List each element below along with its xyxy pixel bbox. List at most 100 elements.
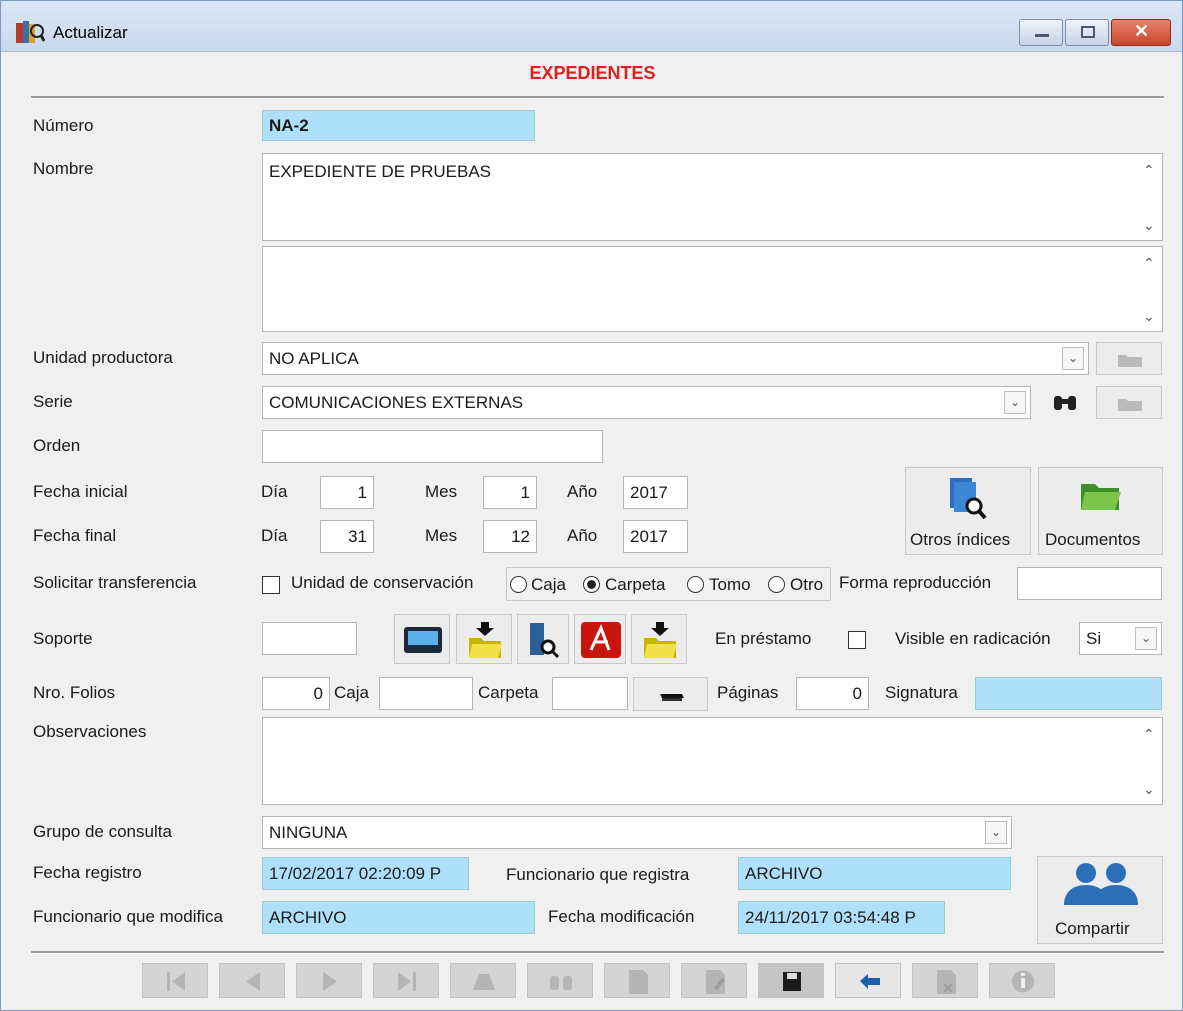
maximize-button[interactable] — [1065, 19, 1109, 46]
pdf-button[interactable] — [574, 614, 626, 664]
new-record-button[interactable] — [604, 963, 670, 998]
radio-otro[interactable] — [768, 576, 785, 593]
scrollbar[interactable]: ⌃ ⌄ — [1140, 251, 1158, 327]
fecha-inicial-anio-field[interactable]: 2017 — [623, 476, 688, 509]
compartir-button[interactable]: Compartir — [1037, 856, 1163, 944]
func-registra-label: Funcionario que registra — [506, 865, 690, 884]
observaciones-textarea[interactable]: ⌃ ⌄ — [262, 717, 1163, 805]
folios-label: Nro. Folios — [33, 683, 116, 702]
caja-field[interactable] — [379, 677, 473, 710]
unidad-conservacion-group: Caja Carpeta Tomo Otro — [506, 567, 831, 601]
nombre-textarea[interactable]: EXPEDIENTE DE PRUEBAS ⌃ ⌄ — [262, 153, 1163, 241]
title-bar: Actualizar ✕ — [1, 1, 1182, 52]
undo-icon — [860, 974, 880, 989]
unidad-value: NO APLICA — [269, 349, 359, 368]
documentos-button[interactable]: Documentos — [1038, 467, 1163, 555]
forma-label: Forma reproducción — [839, 573, 992, 592]
next-record-button[interactable] — [296, 963, 362, 998]
grupo-select[interactable]: NINGUNA ⌄ — [262, 816, 1012, 849]
chevron-down-icon[interactable]: ⌄ — [1004, 391, 1026, 414]
serie-search-button[interactable] — [1037, 386, 1091, 419]
radio-tomo[interactable] — [687, 576, 704, 593]
scan-button[interactable] — [394, 614, 450, 664]
save-button[interactable] — [758, 963, 824, 998]
first-icon — [167, 972, 185, 991]
binoculars-icon — [1054, 396, 1076, 410]
prestamo-label: En préstamo — [715, 629, 812, 648]
last-icon — [398, 972, 416, 991]
signatura-field[interactable] — [975, 677, 1162, 710]
unidad-folder-button[interactable] — [1096, 342, 1162, 375]
fecha-final-anio-field[interactable]: 2017 — [623, 520, 688, 553]
fecha-inicial-mes-field[interactable]: 1 — [483, 476, 537, 509]
undo-button[interactable] — [835, 963, 901, 998]
scanner-icon — [404, 627, 442, 653]
preview-button[interactable] — [517, 614, 569, 664]
grupo-value: NINGUNA — [269, 823, 348, 842]
documentos-label: Documentos — [1045, 530, 1141, 549]
otros-indices-button[interactable]: Otros índices — [905, 467, 1031, 555]
delete-document-icon — [937, 970, 956, 994]
folder-upload-icon — [644, 622, 677, 658]
signatura-label: Signatura — [885, 683, 958, 702]
grupo-label: Grupo de consulta — [33, 822, 172, 841]
fecha-final-mes-field[interactable]: 12 — [483, 520, 537, 553]
func-modifica-label: Funcionario que modifica — [33, 907, 223, 926]
unidad-select[interactable]: NO APLICA ⌄ — [262, 342, 1089, 375]
upload-button-2[interactable] — [631, 614, 687, 664]
fecha-inicial-dia-field[interactable]: 1 — [320, 476, 374, 509]
numero-field[interactable]: NA-2 — [262, 110, 535, 141]
fecha-inicial-label: Fecha inicial — [33, 482, 128, 501]
solicitar-checkbox[interactable] — [262, 576, 280, 594]
previous-icon — [246, 972, 260, 991]
chevron-down-icon[interactable]: ⌄ — [1062, 347, 1084, 370]
eject-button[interactable] — [450, 963, 516, 998]
serie-label: Serie — [33, 392, 73, 411]
serie-folder-button[interactable] — [1096, 386, 1162, 419]
delete-record-button[interactable] — [912, 963, 978, 998]
chevron-down-icon[interactable]: ⌄ — [1135, 627, 1157, 650]
paginas-label: Páginas — [717, 683, 779, 702]
nombre-secondary-textarea[interactable]: ⌃ ⌄ — [262, 246, 1163, 332]
stapler-button[interactable] — [633, 677, 708, 711]
edit-document-icon — [706, 970, 725, 994]
info-icon — [1012, 970, 1034, 993]
minimize-button[interactable] — [1019, 19, 1063, 46]
anio-label: Año — [567, 482, 598, 501]
radio-caja[interactable] — [510, 576, 527, 593]
visible-select[interactable]: Si ⌄ — [1079, 622, 1162, 655]
close-button[interactable]: ✕ — [1111, 19, 1171, 46]
folios-field[interactable]: 0 — [262, 677, 330, 710]
scrollbar[interactable]: ⌃ ⌄ — [1140, 158, 1158, 236]
edit-record-button[interactable] — [681, 963, 747, 998]
upload-button[interactable] — [456, 614, 512, 664]
fecha-mod-field: 24/11/2017 03:54:48 P — [738, 901, 945, 934]
users-icon — [1064, 863, 1138, 905]
paginas-field[interactable]: 0 — [796, 677, 869, 710]
orden-field[interactable] — [262, 430, 603, 463]
dia-label: Día — [261, 482, 288, 501]
prestamo-checkbox[interactable] — [848, 631, 866, 649]
radio-carpeta[interactable] — [583, 576, 600, 593]
soporte-field[interactable] — [262, 622, 357, 655]
carpeta-field[interactable] — [552, 677, 628, 710]
folder-icon — [1118, 399, 1142, 411]
info-button[interactable] — [989, 963, 1055, 998]
first-record-button[interactable] — [142, 963, 208, 998]
document-search-icon — [530, 623, 560, 659]
last-record-button[interactable] — [373, 963, 439, 998]
caja-label: Caja — [334, 683, 369, 702]
solicitar-label: Solicitar transferencia — [33, 573, 197, 592]
chevron-down-icon[interactable]: ⌄ — [985, 821, 1007, 844]
scrollbar[interactable]: ⌃ ⌄ — [1140, 722, 1158, 800]
radio-otro-label: Otro — [790, 575, 824, 594]
forma-field[interactable] — [1017, 567, 1162, 600]
folder-open-icon — [1081, 484, 1121, 510]
fecha-final-dia-field[interactable]: 31 — [320, 520, 374, 553]
observaciones-label: Observaciones — [33, 722, 147, 741]
binoculars-button[interactable] — [527, 963, 593, 998]
serie-select[interactable]: COMUNICACIONES EXTERNAS ⌄ — [262, 386, 1031, 419]
previous-record-button[interactable] — [219, 963, 285, 998]
anio-label: Año — [567, 526, 598, 545]
folder-icon — [1118, 355, 1142, 367]
